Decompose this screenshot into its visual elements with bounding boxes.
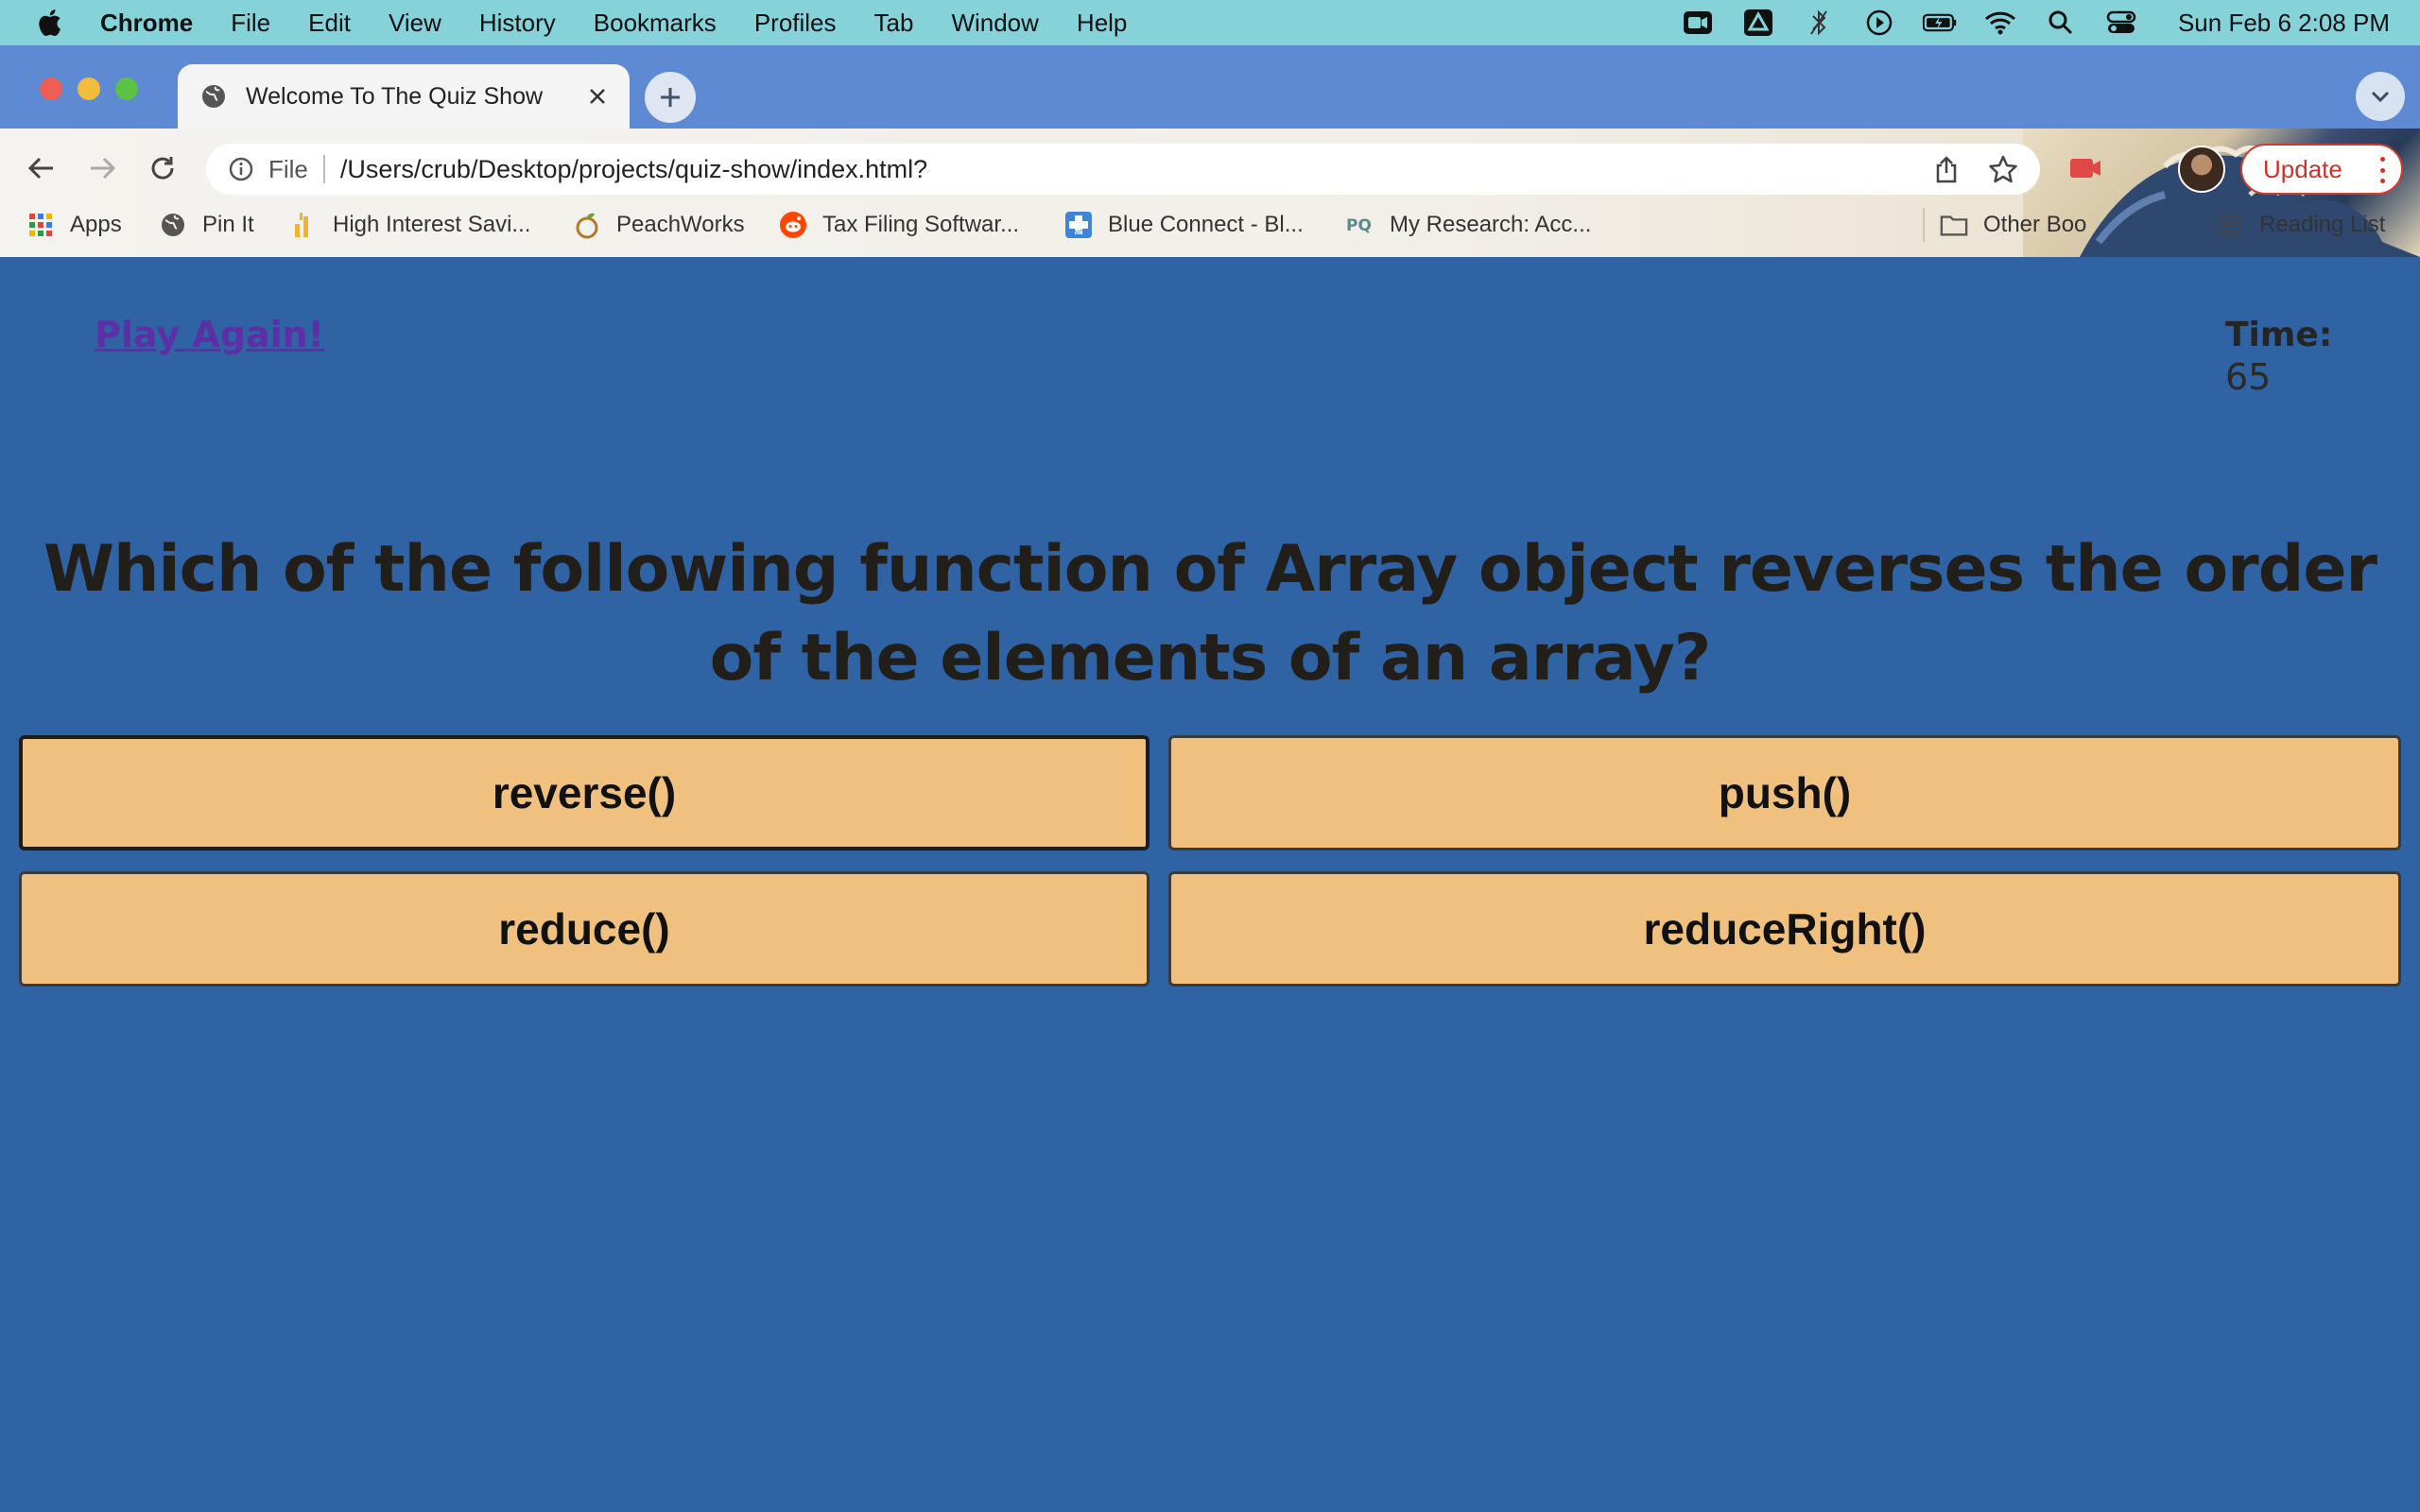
reading-list-icon xyxy=(2216,211,2244,239)
menu-profiles[interactable]: Profiles xyxy=(754,9,837,38)
answer-button-2[interactable]: push() xyxy=(1168,735,2401,850)
blue-cross-icon: NC xyxy=(1064,211,1093,239)
svg-text:PQ: PQ xyxy=(1346,216,1372,235)
timer-value: 65 xyxy=(2225,356,2272,398)
site-info-icon[interactable] xyxy=(227,155,255,183)
bookmark-star-icon[interactable] xyxy=(1987,153,2019,185)
menu-bookmarks[interactable]: Bookmarks xyxy=(594,9,717,38)
reading-list-button[interactable]: Reading List xyxy=(2216,208,2385,242)
bookmark-high-interest-savings[interactable]: High Interest Savi... xyxy=(289,208,530,242)
bluetooth-icon[interactable] xyxy=(1802,9,1836,37)
tab-search-button[interactable] xyxy=(2356,72,2405,121)
bookmark-pin-it[interactable]: Pin It xyxy=(159,208,254,242)
bookmark-other-bookmarks[interactable]: Other Boo xyxy=(1940,208,2086,242)
window-zoom-button[interactable] xyxy=(115,77,138,100)
bookmark-label: Reading List xyxy=(2259,212,2386,237)
play-again-link[interactable]: Play Again! xyxy=(95,314,324,355)
apps-grid-icon xyxy=(26,211,55,239)
bookmark-tax-filing[interactable]: Tax Filing Softwar... xyxy=(779,208,1019,242)
folder-icon xyxy=(1940,211,1968,239)
bookmark-label: Tax Filing Softwar... xyxy=(822,212,1020,237)
menu-edit[interactable]: Edit xyxy=(308,9,351,38)
drive-icon[interactable] xyxy=(1741,9,1775,37)
tab-close-icon[interactable] xyxy=(582,81,613,112)
reload-icon xyxy=(151,157,174,180)
bookmark-label: PeachWorks xyxy=(616,212,745,237)
menubar-clock[interactable]: Sun Feb 6 2:08 PM xyxy=(2178,9,2390,38)
profile-avatar[interactable] xyxy=(2178,146,2225,193)
menu-tab[interactable]: Tab xyxy=(874,9,914,38)
arrow-left-icon xyxy=(27,157,53,180)
pq-icon: PQ xyxy=(1346,211,1374,239)
bookmark-label: My Research: Acc... xyxy=(1390,212,1592,237)
omnibox-scheme-label: File xyxy=(268,154,308,183)
bookmark-label: High Interest Savi... xyxy=(333,212,531,237)
bookmarks-bar: Apps Pin It High Interest Savi... PeachW… xyxy=(0,197,2420,253)
bookmark-label: Apps xyxy=(70,212,122,237)
control-center-icon[interactable] xyxy=(2104,9,2138,37)
menu-window[interactable]: Window xyxy=(951,9,1038,38)
bookmark-apps[interactable]: Apps xyxy=(26,208,122,242)
menu-app-name[interactable]: Chrome xyxy=(100,9,193,38)
menu-view[interactable]: View xyxy=(389,9,441,38)
new-tab-button[interactable] xyxy=(645,72,696,123)
bank-icon xyxy=(289,211,318,239)
tab-title: Welcome To The Quiz Show xyxy=(246,82,544,110)
bookmarks-divider xyxy=(1923,208,1925,242)
quiz-page: Play Again! Time: 65 Which of the follow… xyxy=(0,257,2420,1512)
back-button[interactable] xyxy=(19,146,64,191)
apple-logo-icon[interactable] xyxy=(36,8,66,38)
spotlight-search-icon[interactable] xyxy=(2044,9,2078,37)
bookmark-blue-connect[interactable]: NC Blue Connect - Bl... xyxy=(1064,208,1304,242)
bookmark-peachworks[interactable]: PeachWorks xyxy=(573,208,745,242)
answer-button-3[interactable]: reduce() xyxy=(19,871,1150,987)
timer-label: Time: xyxy=(2225,316,2333,354)
menu-file[interactable]: File xyxy=(231,9,270,38)
wifi-icon[interactable] xyxy=(1983,9,2017,37)
update-button-label: Update xyxy=(2263,154,2342,183)
extension-icon[interactable] xyxy=(2065,147,2106,189)
bookmark-label: Other Boo xyxy=(1983,212,2087,237)
reddit-icon xyxy=(779,211,807,239)
menu-help[interactable]: Help xyxy=(1077,9,1127,38)
plus-icon xyxy=(661,88,680,107)
menu-history[interactable]: History xyxy=(479,9,556,38)
window-close-button[interactable] xyxy=(40,77,62,100)
globe-icon xyxy=(199,81,229,112)
reload-button[interactable] xyxy=(140,146,185,191)
more-menu-icon[interactable] xyxy=(2380,157,2386,183)
play-circle-icon[interactable] xyxy=(1862,9,1896,37)
window-minimize-button[interactable] xyxy=(78,77,100,100)
omnibox-url[interactable]: /Users/crub/Desktop/projects/quiz-show/i… xyxy=(340,155,927,184)
bookmark-my-research[interactable]: PQ My Research: Acc... xyxy=(1346,208,1591,242)
address-bar[interactable]: File /Users/crub/Desktop/projects/quiz-s… xyxy=(206,144,2040,195)
bookmark-label: Pin It xyxy=(202,212,254,237)
battery-charging-icon[interactable] xyxy=(1922,9,1957,37)
question-text: Which of the following function of Array… xyxy=(43,532,2377,696)
macos-menu-bar: Chrome File Edit View History Bookmarks … xyxy=(0,0,2420,45)
tab-active[interactable]: Welcome To The Quiz Show xyxy=(178,64,630,129)
chevron-down-icon xyxy=(2371,91,2390,103)
peach-icon xyxy=(573,211,601,239)
update-chrome-button[interactable]: Update xyxy=(2240,144,2403,195)
video-camera-icon[interactable] xyxy=(1681,9,1715,37)
svg-text:NC: NC xyxy=(1073,229,1084,237)
bookmark-label: Blue Connect - Bl... xyxy=(1108,212,1304,237)
answer-button-1[interactable]: reverse() xyxy=(19,735,1150,850)
omnibox-divider xyxy=(322,155,325,183)
globe-icon xyxy=(159,211,187,239)
answer-button-4[interactable]: reduceRight() xyxy=(1168,871,2401,987)
share-icon[interactable] xyxy=(1930,153,1962,185)
arrow-right-icon xyxy=(91,157,116,180)
timer: Time: 65 xyxy=(2225,316,2332,398)
forward-button[interactable] xyxy=(79,146,125,191)
